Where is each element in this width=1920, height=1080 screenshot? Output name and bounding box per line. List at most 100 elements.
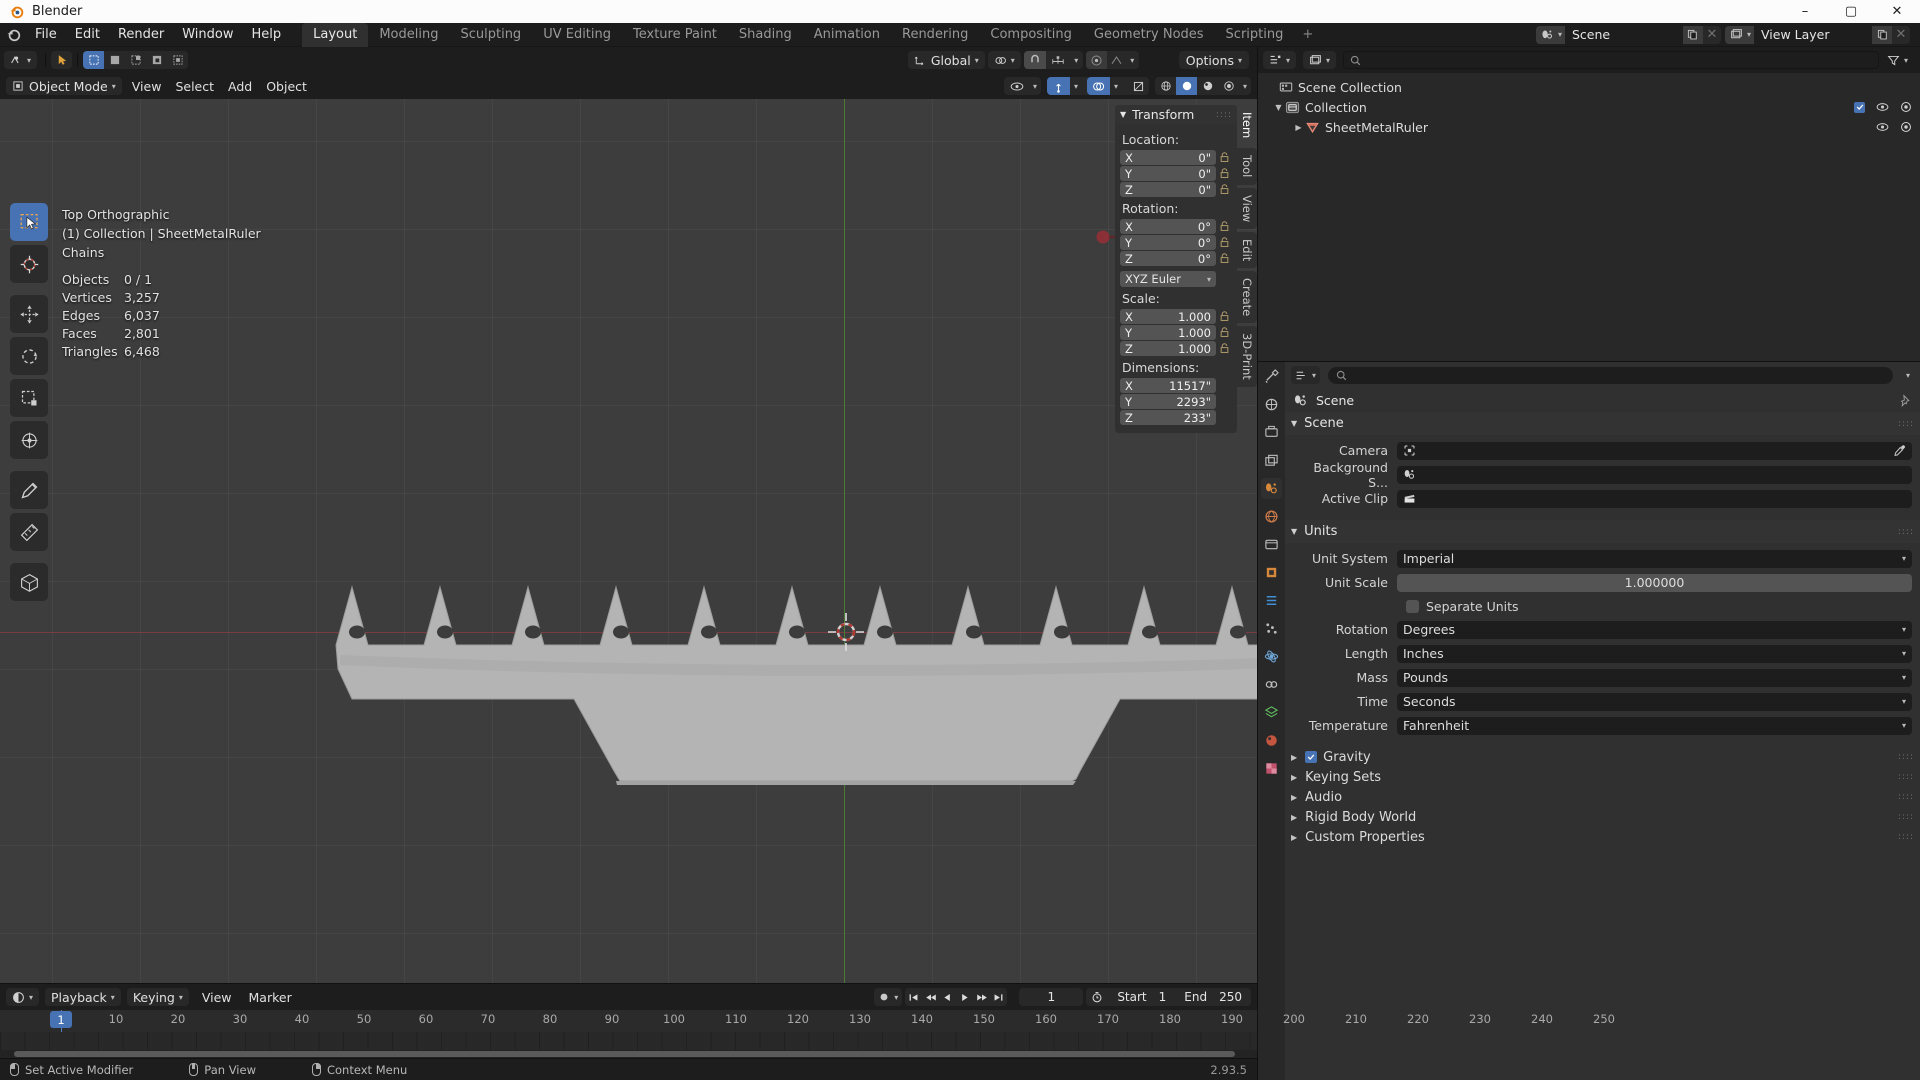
properties-tab-collection[interactable] [1261, 534, 1282, 555]
workspace-tab-scripting[interactable]: Scripting [1215, 23, 1295, 47]
visibility-eye-icon[interactable] [1876, 102, 1889, 112]
maximize-button[interactable]: ▢ [1828, 0, 1874, 23]
panel-grip-icon[interactable]: :::: [1216, 110, 1232, 120]
select-intersect-icon[interactable] [146, 51, 167, 69]
remove-view-layer-icon[interactable]: ✕ [1892, 26, 1910, 44]
timeline-playback-menu[interactable]: Playback▾ [45, 988, 121, 1006]
workspace-tab-uv-editing[interactable]: UV Editing [532, 23, 622, 47]
outliner-editor-type-selector[interactable]: ▾ [1263, 51, 1296, 69]
expand-triangle-icon[interactable]: ▶ [1291, 813, 1297, 822]
mass-units-dropdown[interactable]: Pounds▾ [1397, 669, 1912, 687]
timeline-keying-menu[interactable]: Keying▾ [127, 988, 189, 1006]
rotation-mode-selector[interactable]: XYZ Euler▾ [1120, 271, 1216, 287]
expand-triangle-icon[interactable]: ▶ [1291, 793, 1297, 802]
panel-grip-icon[interactable]: :::: [1898, 752, 1914, 762]
panel-grip-icon[interactable]: :::: [1898, 772, 1914, 782]
scale-x-row[interactable]: X1.000 [1120, 309, 1232, 324]
gizmo-icon[interactable] [1047, 77, 1070, 95]
new-view-layer-icon[interactable] [1872, 26, 1892, 44]
lock-location-x-icon[interactable] [1216, 152, 1232, 163]
play-reverse-button[interactable] [939, 988, 956, 1006]
jump-to-prev-keyframe-button[interactable] [922, 988, 939, 1006]
active-clip-field[interactable] [1397, 490, 1912, 508]
falloff-dropdown-icon[interactable]: ▾ [1126, 51, 1139, 69]
menu-render[interactable]: Render [109, 25, 173, 45]
annotate-tool[interactable] [10, 471, 48, 509]
frame-end-field[interactable]: End 250 [1175, 988, 1251, 1006]
unit-system-dropdown[interactable]: Imperial▾ [1397, 550, 1912, 568]
gravity-panel-header[interactable]: ▶ Gravity :::: [1285, 747, 1920, 767]
rotation-x-row[interactable]: X0° [1120, 219, 1232, 234]
keying-sets-panel-header[interactable]: ▶ Keying Sets :::: [1285, 767, 1920, 787]
axis-value[interactable]: 0" [1198, 183, 1211, 197]
n-tab-3d-print[interactable]: 3D-Print [1237, 326, 1257, 387]
properties-tab-physics[interactable] [1261, 646, 1282, 667]
editor-type-selector[interactable]: ▾ [4, 51, 37, 69]
shading-material-icon[interactable] [1197, 77, 1218, 95]
properties-tab-constraints[interactable] [1261, 674, 1282, 695]
n-tab-tool[interactable]: Tool [1237, 148, 1257, 184]
dimensions-y-row[interactable]: Y2293" [1120, 394, 1216, 409]
lock-scale-z-icon[interactable] [1216, 343, 1232, 354]
lock-rotation-x-icon[interactable] [1216, 221, 1232, 232]
rotate-tool[interactable] [10, 337, 48, 375]
current-frame-field[interactable]: 1 [1019, 988, 1083, 1006]
transform-panel-header[interactable]: ▼ Transform :::: [1115, 105, 1237, 124]
collapse-triangle-icon[interactable]: ▼ [1291, 419, 1297, 428]
transform-orientation-selector[interactable]: Global ▾ [908, 51, 985, 69]
properties-tab-data[interactable] [1261, 702, 1282, 723]
rotation-units-dropdown[interactable]: Degrees▾ [1397, 621, 1912, 639]
scene-panel-header[interactable]: ▼ Scene :::: [1285, 412, 1920, 435]
axis-value[interactable]: 0" [1198, 151, 1211, 165]
properties-tab-material[interactable] [1261, 730, 1282, 751]
shading-dropdown-icon[interactable]: ▾ [1239, 77, 1251, 95]
select-subtract-icon[interactable] [125, 51, 146, 69]
options-button[interactable]: Options▾ [1179, 51, 1249, 69]
axis-value[interactable]: 233" [1184, 411, 1211, 425]
rotation-y-row[interactable]: Y0° [1120, 235, 1232, 250]
location-z-row[interactable]: Z0" [1120, 182, 1232, 197]
jump-to-start-button[interactable] [905, 988, 922, 1006]
n-tab-edit[interactable]: Edit [1237, 232, 1257, 268]
outliner-row-scene-collection[interactable]: Scene Collection [1258, 77, 1920, 97]
visibility-dropdown-icon[interactable]: ▾ [1029, 77, 1041, 95]
rotation-z-row[interactable]: Z0° [1120, 251, 1232, 266]
lock-scale-x-icon[interactable] [1216, 311, 1232, 322]
view-layer-browse-icon[interactable]: ▾ [1725, 26, 1754, 44]
view-layer-selector[interactable]: ▾ View Layer ✕ [1725, 26, 1910, 44]
workspace-tab-geometry-nodes[interactable]: Geometry Nodes [1083, 23, 1215, 47]
rigid-body-world-panel-header[interactable]: ▶ Rigid Body World :::: [1285, 807, 1920, 827]
properties-tab-scene[interactable] [1261, 478, 1282, 499]
separate-units-row[interactable]: Separate Units [1293, 596, 1912, 616]
add-workspace-button[interactable]: + [1294, 23, 1321, 47]
scene-browse-icon[interactable]: ▾ [1536, 26, 1565, 44]
axis-value[interactable]: 1.000 [1178, 326, 1211, 340]
properties-tab-object[interactable] [1261, 562, 1282, 583]
visibility-eye-icon[interactable] [1876, 122, 1889, 132]
lock-location-y-icon[interactable] [1216, 168, 1232, 179]
render-camera-icon[interactable] [1900, 101, 1912, 113]
camera-field[interactable] [1397, 442, 1912, 460]
axis-value[interactable]: 0" [1198, 167, 1211, 181]
pin-icon[interactable] [1899, 394, 1912, 407]
axis-value[interactable]: 0° [1198, 220, 1211, 234]
workspace-tab-compositing[interactable]: Compositing [979, 23, 1083, 47]
units-panel-header[interactable]: ▼ Units :::: [1285, 520, 1920, 543]
location-y-row[interactable]: Y0" [1120, 166, 1232, 181]
menu-file[interactable]: File [26, 25, 66, 45]
select-box-icon[interactable] [83, 51, 104, 69]
expand-triangle-icon[interactable]: ▶ [1292, 123, 1305, 132]
jump-to-end-button[interactable] [990, 988, 1007, 1006]
measure-tool[interactable] [10, 513, 48, 551]
axis-value[interactable]: 2293" [1176, 395, 1211, 409]
axis-value[interactable]: 1.000 [1178, 342, 1211, 356]
properties-tab-render[interactable] [1261, 394, 1282, 415]
collapse-triangle-icon[interactable]: ▼ [1291, 527, 1297, 536]
shading-solid-icon[interactable] [1176, 77, 1197, 95]
outliner-search-input[interactable] [1343, 51, 1879, 69]
panel-grip-icon[interactable]: :::: [1898, 419, 1914, 429]
properties-tab-texture[interactable] [1261, 758, 1282, 779]
overlays-dropdown-icon[interactable]: ▾ [1110, 77, 1122, 95]
viewport-menu-add[interactable]: Add [221, 77, 259, 95]
select-extend-icon[interactable] [104, 51, 125, 69]
